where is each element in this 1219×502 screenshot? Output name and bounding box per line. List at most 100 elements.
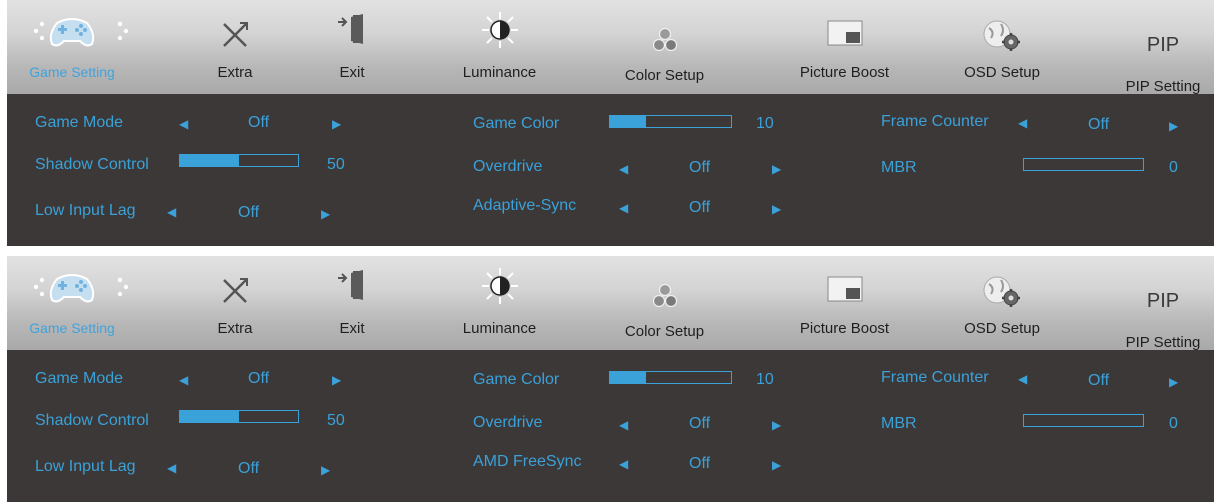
- left-arrow-icon[interactable]: ◀: [167, 205, 176, 219]
- chevron-right-icon[interactable]: [117, 21, 131, 46]
- right-arrow-icon[interactable]: ▶: [332, 117, 341, 131]
- tab-extra[interactable]: Extra: [175, 0, 295, 94]
- osd-menu-panel: Game Setting Extra Exit Luminance Color …: [7, 0, 1214, 246]
- overdrive-value[interactable]: Off: [689, 159, 710, 177]
- game-color-slider[interactable]: [609, 115, 732, 128]
- game-mode-value[interactable]: Off: [248, 114, 269, 132]
- right-arrow-icon[interactable]: ▶: [321, 207, 330, 221]
- sync-value[interactable]: Off: [689, 455, 710, 473]
- game-mode-label: Game Mode: [35, 370, 124, 387]
- chevron-left-icon[interactable]: [31, 21, 45, 46]
- shadow-control-label: Shadow Control: [35, 412, 149, 429]
- slider-fill: [180, 411, 239, 422]
- picture-boost-icon: [827, 20, 863, 51]
- left-arrow-icon[interactable]: ◀: [179, 117, 188, 131]
- left-arrow-icon[interactable]: ◀: [1018, 372, 1027, 386]
- tab-game-setting[interactable]: Game Setting: [7, 0, 137, 94]
- gamepad-icon: [47, 270, 97, 309]
- shadow-control-value: 50: [327, 156, 345, 173]
- overdrive-value[interactable]: Off: [689, 415, 710, 433]
- tab-color-setup[interactable]: Color Setup: [607, 0, 722, 94]
- pip-icon-text: PIP: [1146, 290, 1180, 312]
- game-color-value: 10: [756, 115, 774, 132]
- mbr-label: MBR: [881, 415, 917, 432]
- osd-globe-gear-icon: [981, 18, 1023, 59]
- low-input-lag-value[interactable]: Off: [238, 460, 259, 478]
- tab-game-setting[interactable]: Game Setting: [7, 256, 137, 350]
- shadow-control-slider[interactable]: [179, 410, 299, 423]
- tab-label: PIP Setting: [1125, 78, 1201, 95]
- game-color-value: 10: [756, 371, 774, 388]
- game-color-slider[interactable]: [609, 371, 732, 384]
- tab-label: Luminance: [462, 320, 537, 337]
- tab-label: Picture Boost: [799, 64, 890, 81]
- game-color-label: Game Color: [473, 371, 560, 388]
- slider-fill: [610, 116, 647, 127]
- tab-picture-boost[interactable]: Picture Boost: [782, 0, 907, 94]
- sync-value[interactable]: Off: [689, 199, 710, 217]
- frame-counter-label: Frame Counter: [881, 369, 989, 386]
- frame-counter-value[interactable]: Off: [1088, 116, 1109, 134]
- left-arrow-icon[interactable]: ◀: [179, 373, 188, 387]
- right-arrow-icon[interactable]: ▶: [772, 202, 781, 216]
- osd-tab-bar: Game Setting Extra Exit Luminance Color …: [7, 256, 1214, 351]
- right-arrow-icon[interactable]: ▶: [1169, 375, 1178, 389]
- mbr-label: MBR: [881, 159, 917, 176]
- tab-osd-setup[interactable]: OSD Setup: [942, 256, 1062, 350]
- left-arrow-icon[interactable]: ◀: [1018, 116, 1027, 130]
- right-arrow-icon[interactable]: ▶: [321, 463, 330, 477]
- right-arrow-icon[interactable]: ▶: [772, 458, 781, 472]
- chevron-left-icon[interactable]: [31, 277, 45, 302]
- tab-luminance[interactable]: Luminance: [437, 0, 562, 94]
- tab-label: Game Setting: [29, 320, 115, 336]
- tab-label: Game Setting: [29, 64, 115, 80]
- tab-color-setup[interactable]: Color Setup: [607, 256, 722, 350]
- low-input-lag-value[interactable]: Off: [238, 204, 259, 222]
- slider-fill: [610, 372, 647, 383]
- tab-label: Extra: [217, 320, 253, 337]
- osd-menu-panel: Game Setting Extra Exit Luminance Color …: [7, 256, 1214, 502]
- tools-icon: [220, 276, 250, 311]
- settings-area: Game Mode ◀ Off ▶ Shadow Control 50 Low …: [7, 350, 1214, 502]
- sun-contrast-icon: [480, 10, 520, 55]
- chevron-right-icon[interactable]: [117, 277, 131, 302]
- tab-label: Extra: [217, 64, 253, 81]
- osd-globe-gear-icon: [981, 274, 1023, 315]
- color-circles-icon: [651, 282, 679, 315]
- sync-label: AMD FreeSync: [473, 453, 582, 470]
- tab-extra[interactable]: Extra: [175, 256, 295, 350]
- right-arrow-icon[interactable]: ▶: [332, 373, 341, 387]
- mbr-slider[interactable]: [1023, 414, 1144, 427]
- color-circles-icon: [651, 26, 679, 59]
- left-arrow-icon[interactable]: ◀: [167, 461, 176, 475]
- left-arrow-icon[interactable]: ◀: [619, 162, 628, 176]
- overdrive-label: Overdrive: [473, 158, 543, 175]
- left-arrow-icon[interactable]: ◀: [619, 457, 628, 471]
- tab-exit[interactable]: Exit: [307, 0, 397, 94]
- osd-tab-bar: Game Setting Extra Exit Luminance Color …: [7, 0, 1214, 95]
- tab-label: OSD Setup: [964, 64, 1040, 81]
- right-arrow-icon[interactable]: ▶: [772, 418, 781, 432]
- game-mode-value[interactable]: Off: [248, 370, 269, 388]
- tab-label: Color Setup: [624, 67, 705, 84]
- shadow-control-slider[interactable]: [179, 154, 299, 167]
- tab-pip-setting[interactable]: PIP PIP Setting: [1112, 0, 1214, 95]
- tab-label: OSD Setup: [964, 320, 1040, 337]
- tab-luminance[interactable]: Luminance: [437, 256, 562, 350]
- tab-exit[interactable]: Exit: [307, 256, 397, 350]
- mbr-slider[interactable]: [1023, 158, 1144, 171]
- tab-pip-setting[interactable]: PIP PIP Setting: [1112, 256, 1214, 351]
- exit-door-icon: [335, 268, 369, 307]
- left-arrow-icon[interactable]: ◀: [619, 418, 628, 432]
- tab-label: Picture Boost: [799, 320, 890, 337]
- tab-osd-setup[interactable]: OSD Setup: [942, 0, 1062, 94]
- mbr-value: 0: [1169, 415, 1178, 432]
- frame-counter-value[interactable]: Off: [1088, 372, 1109, 390]
- tab-label: Color Setup: [624, 323, 705, 340]
- right-arrow-icon[interactable]: ▶: [1169, 119, 1178, 133]
- right-arrow-icon[interactable]: ▶: [772, 162, 781, 176]
- sun-contrast-icon: [480, 266, 520, 311]
- shadow-control-label: Shadow Control: [35, 156, 149, 173]
- tab-picture-boost[interactable]: Picture Boost: [782, 256, 907, 350]
- left-arrow-icon[interactable]: ◀: [619, 201, 628, 215]
